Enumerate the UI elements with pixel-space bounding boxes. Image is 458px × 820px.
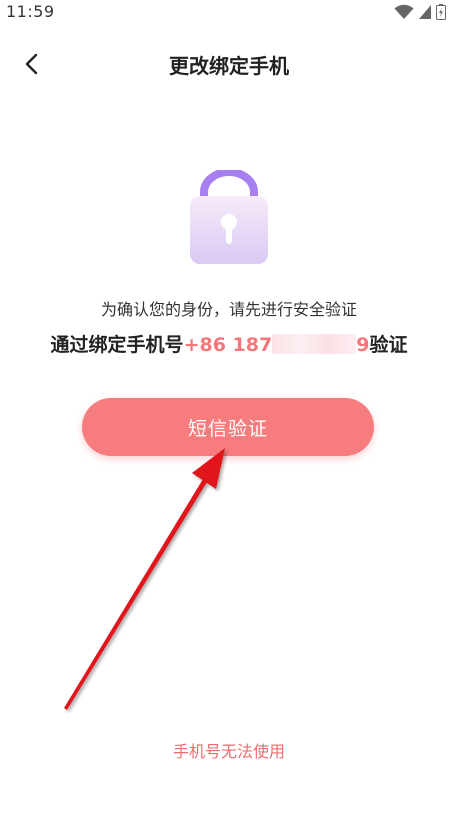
- status-icons: [394, 4, 446, 20]
- verify-prefix: 通过绑定手机号: [50, 334, 184, 356]
- sms-verify-button[interactable]: 短信验证: [82, 398, 374, 456]
- wifi-icon: [394, 4, 414, 19]
- phone-mask: [272, 334, 357, 354]
- lock-illustration: [188, 168, 270, 266]
- battery-icon: [436, 4, 446, 20]
- sms-verify-label: 短信验证: [187, 417, 268, 440]
- confirm-identity-text: 为确认您的身份，请先进行安全验证: [100, 300, 357, 319]
- verify-phone-line: 通过绑定手机号+86 187 9验证: [0, 330, 458, 357]
- phone-number-end: 9: [356, 334, 370, 356]
- page-title: 更改绑定手机: [169, 54, 289, 78]
- lock-icon: [190, 168, 268, 264]
- header: 更改绑定手机: [0, 40, 458, 88]
- verify-suffix: 验证: [369, 334, 408, 356]
- status-bar: 11:59: [0, 0, 458, 24]
- phone-unavailable-link[interactable]: 手机号无法使用: [173, 742, 285, 761]
- phone-unavailable-link-row: 手机号无法使用: [0, 738, 458, 762]
- signal-icon: [419, 5, 431, 19]
- phone-number-start: +86 187: [183, 334, 273, 356]
- status-time: 11:59: [6, 2, 55, 21]
